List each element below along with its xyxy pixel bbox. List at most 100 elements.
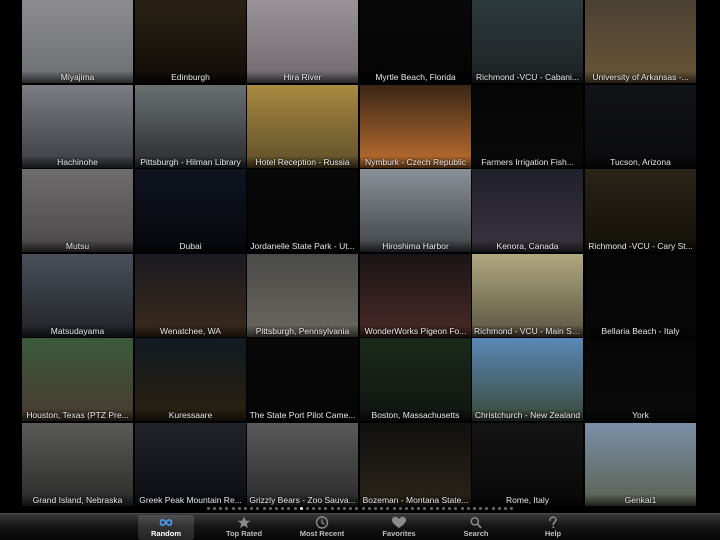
- page-dot[interactable]: [206, 507, 210, 510]
- webcam-tile[interactable]: Hira River: [247, 0, 358, 83]
- page-dot[interactable]: [281, 507, 285, 510]
- page-dot[interactable]: [256, 507, 260, 510]
- webcam-tile[interactable]: Greek Peak Mountain Re...: [135, 423, 246, 506]
- page-dot[interactable]: [336, 507, 340, 510]
- page-dot[interactable]: [343, 507, 347, 510]
- page-dot[interactable]: [268, 507, 272, 510]
- page-dot[interactable]: [497, 507, 501, 510]
- page-dot[interactable]: [423, 507, 427, 510]
- webcam-tile[interactable]: Hiroshima Harbor: [360, 169, 471, 252]
- page-dot[interactable]: [485, 507, 489, 510]
- page-dot[interactable]: [392, 507, 396, 510]
- page-dot[interactable]: [324, 507, 328, 510]
- webcam-tile[interactable]: Richmond -VCU - Cabani...: [472, 0, 583, 83]
- page-dot[interactable]: [231, 507, 235, 510]
- page-dot[interactable]: [330, 507, 334, 510]
- page-dot[interactable]: [466, 507, 470, 510]
- webcam-tile[interactable]: The State Port Pilot Came...: [247, 338, 358, 421]
- page-indicator[interactable]: [0, 507, 720, 512]
- webcam-tile[interactable]: Wenatchee, WA: [135, 254, 246, 337]
- webcam-tile[interactable]: Genkai1: [585, 423, 696, 506]
- page-dot[interactable]: [454, 507, 458, 510]
- tab-random[interactable]: Random: [138, 515, 194, 540]
- webcam-tile[interactable]: Jordanelle State Park - Ut...: [247, 169, 358, 252]
- webcam-tile[interactable]: Bellaria Beach - Italy: [585, 254, 696, 337]
- webcam-tile-label: University of Arkansas -...: [585, 71, 696, 83]
- tab-top-rated[interactable]: Top Rated: [216, 515, 272, 540]
- page-dot[interactable]: [244, 507, 248, 510]
- page-dot[interactable]: [250, 507, 254, 510]
- page-dot[interactable]: [305, 507, 309, 510]
- page-dot[interactable]: [448, 507, 452, 510]
- tab-search[interactable]: Search: [448, 515, 504, 540]
- page-dot[interactable]: [472, 507, 476, 510]
- webcam-tile[interactable]: Mutsu: [22, 169, 133, 252]
- webcam-tile[interactable]: Hachinohe: [22, 85, 133, 168]
- tab-most-recent[interactable]: Most Recent: [294, 515, 350, 540]
- page-dot[interactable]: [398, 507, 402, 510]
- page-dot[interactable]: [318, 507, 322, 510]
- page-dot[interactable]: [361, 507, 365, 510]
- page-dot[interactable]: [367, 507, 371, 510]
- webcam-tile[interactable]: Bozeman - Montana State...: [360, 423, 471, 506]
- page-dot[interactable]: [460, 507, 464, 510]
- page-dot[interactable]: [510, 507, 514, 510]
- tab-top-rated-label: Top Rated: [225, 529, 263, 538]
- page-dot[interactable]: [404, 507, 408, 510]
- page-dot[interactable]: [287, 507, 291, 510]
- webcam-grid: Miyajima Edinburgh Hira River Myrtle Beach,…: [22, 0, 698, 506]
- page-dot[interactable]: [411, 507, 415, 510]
- page-dot[interactable]: [274, 507, 278, 510]
- webcam-tile[interactable]: Tucson, Arizona: [585, 85, 696, 168]
- page-dot[interactable]: [213, 507, 217, 510]
- page-dot[interactable]: [503, 507, 507, 510]
- page-dot[interactable]: [349, 507, 353, 510]
- page-dot[interactable]: [262, 507, 266, 510]
- webcam-tile-label: Farmers Irrigation Fish...: [472, 156, 583, 168]
- webcam-tile[interactable]: Richmond -VCU - Cary St...: [585, 169, 696, 252]
- webcam-tile[interactable]: WonderWorks Pigeon Fo...: [360, 254, 471, 337]
- page-dot[interactable]: [293, 507, 297, 510]
- page-dot[interactable]: [380, 507, 384, 510]
- tab-favorites[interactable]: Favorites: [371, 515, 427, 540]
- webcam-tile-label: Pittsburgh, Pennsylvania: [247, 325, 358, 337]
- webcam-tile[interactable]: Houston, Texas (PTZ Pre...: [22, 338, 133, 421]
- page-dot[interactable]: [435, 507, 439, 510]
- page-dot[interactable]: [429, 507, 433, 510]
- tab-bar: Random Top Rated Most Recent Favorites S…: [0, 513, 720, 540]
- webcam-tile[interactable]: Myrtle Beach, Florida: [360, 0, 471, 83]
- page-dot[interactable]: [355, 507, 359, 510]
- webcam-tile[interactable]: York: [585, 338, 696, 421]
- webcam-tile[interactable]: Richmond - VCU - Main St...: [472, 254, 583, 337]
- webcam-tile[interactable]: Hotel Reception - Russia: [247, 85, 358, 168]
- webcam-tile[interactable]: Rome, Italy: [472, 423, 583, 506]
- webcam-tile[interactable]: Grizzly Bears - Zoo Sauva...: [247, 423, 358, 506]
- page-dot[interactable]: [479, 507, 483, 510]
- webcam-tile[interactable]: Christchurch - New Zealand: [472, 338, 583, 421]
- webcam-tile[interactable]: Pittsburgh, Pennsylvania: [247, 254, 358, 337]
- webcam-tile[interactable]: University of Arkansas -...: [585, 0, 696, 83]
- page-dot[interactable]: [312, 507, 316, 510]
- webcam-tile[interactable]: Kenora, Canada: [472, 169, 583, 252]
- webcam-tile-label: Richmond -VCU - Cary St...: [585, 240, 696, 252]
- page-dot[interactable]: [299, 507, 303, 510]
- page-dot[interactable]: [442, 507, 446, 510]
- webcam-tile[interactable]: Pittsburgh - Hilman Library: [135, 85, 246, 168]
- page-dot[interactable]: [386, 507, 390, 510]
- tab-help[interactable]: Help: [525, 515, 581, 540]
- webcam-tile[interactable]: Edinburgh: [135, 0, 246, 83]
- webcam-tile[interactable]: Dubai: [135, 169, 246, 252]
- page-dot[interactable]: [219, 507, 223, 510]
- webcam-tile[interactable]: Boston, Massachusetts: [360, 338, 471, 421]
- page-dot[interactable]: [491, 507, 495, 510]
- page-dot[interactable]: [373, 507, 377, 510]
- page-dot[interactable]: [417, 507, 421, 510]
- webcam-tile[interactable]: Miyajima: [22, 0, 133, 83]
- webcam-tile[interactable]: Farmers Irrigation Fish...: [472, 85, 583, 168]
- webcam-tile[interactable]: Kuressaare: [135, 338, 246, 421]
- page-dot[interactable]: [237, 507, 241, 510]
- webcam-tile[interactable]: Grand Island, Nebraska: [22, 423, 133, 506]
- page-dot[interactable]: [225, 507, 229, 510]
- webcam-tile[interactable]: Matsudayama: [22, 254, 133, 337]
- webcam-tile[interactable]: Nymburk - Czech Republic: [360, 85, 471, 168]
